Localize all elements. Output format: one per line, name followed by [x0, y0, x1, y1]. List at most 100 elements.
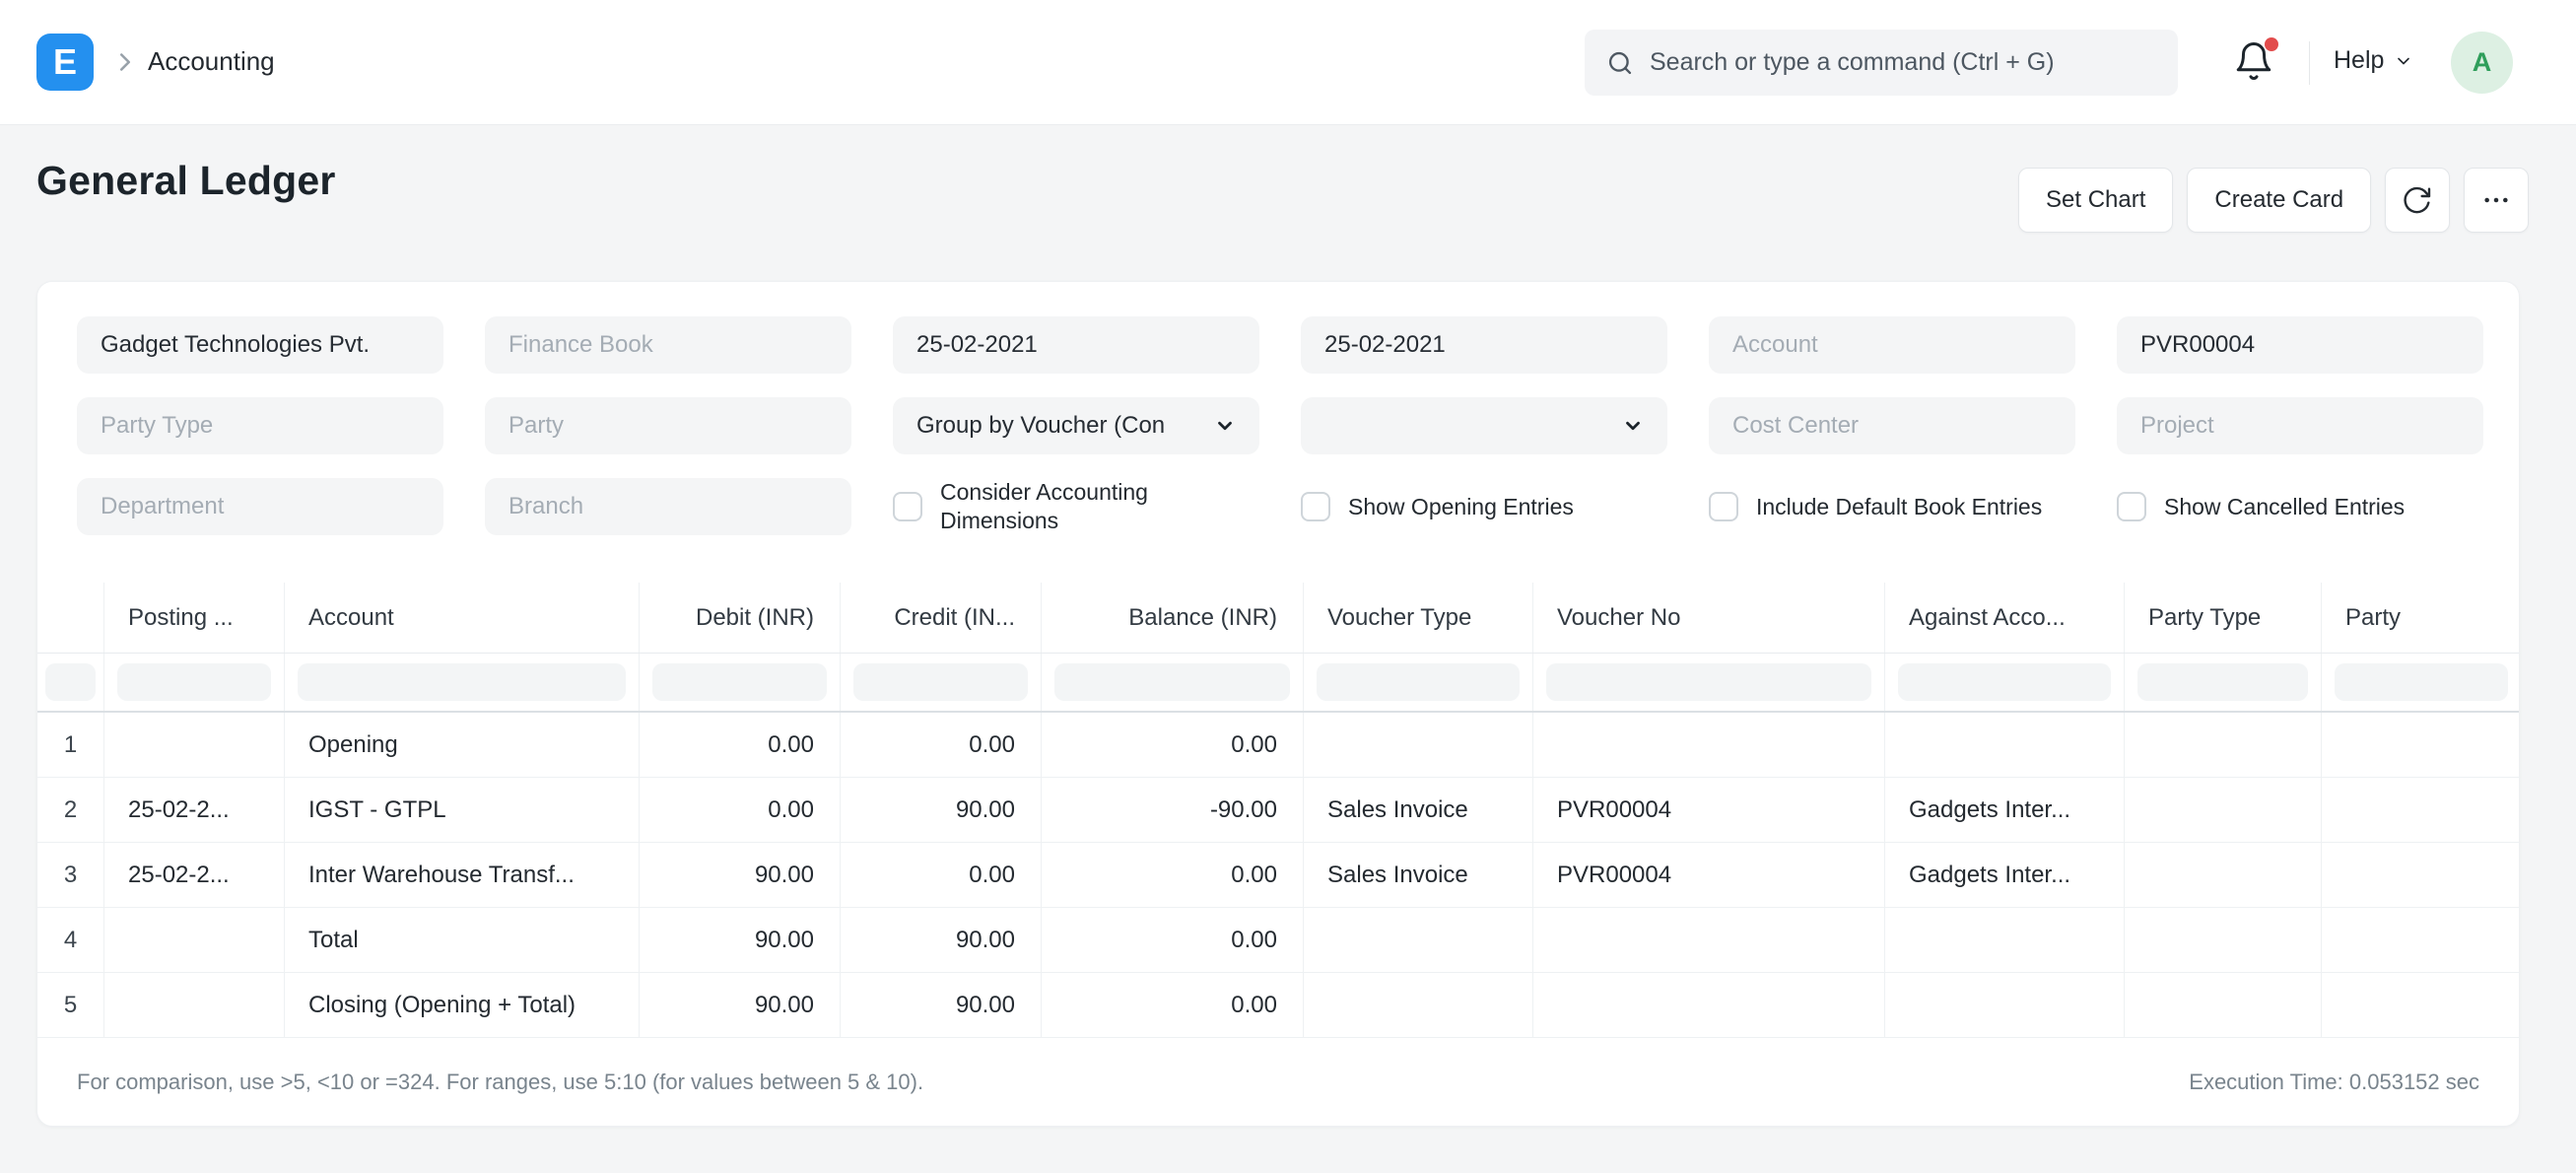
cell-balance: 0.00: [1042, 973, 1304, 1037]
column-header-credit[interactable]: Credit (IN...: [841, 583, 1042, 653]
cost-center-filter[interactable]: [1709, 397, 2075, 454]
finance-book-filter[interactable]: [485, 316, 851, 374]
cell-debit: 90.00: [640, 973, 841, 1037]
consider-accounting-dimensions-checkbox[interactable]: [893, 492, 922, 521]
notifications-button[interactable]: [2233, 37, 2280, 87]
search-input[interactable]: [1650, 48, 2156, 77]
table-row[interactable]: 5 Closing (Opening + Total) 90.00 90.00 …: [37, 973, 2519, 1038]
row-number: 3: [37, 843, 104, 907]
cell-against-account: [1885, 713, 2125, 777]
cell-voucher-type: [1304, 908, 1533, 972]
column-header-debit[interactable]: Debit (INR): [640, 583, 841, 653]
account-filter[interactable]: [1709, 316, 2075, 374]
cell-posting-date: [104, 973, 285, 1037]
user-avatar[interactable]: A: [2451, 32, 2513, 94]
checkbox-label: Show Opening Entries: [1348, 493, 1574, 519]
company-filter[interactable]: [77, 316, 443, 374]
cell-party-type: [2125, 973, 2322, 1037]
table-row[interactable]: 3 25-02-2... Inter Warehouse Transf... 9…: [37, 843, 2519, 908]
column-filter-input[interactable]: [45, 663, 96, 701]
cell-voucher-type: [1304, 973, 1533, 1037]
table-header-row: Posting ... Account Debit (INR) Credit (…: [37, 583, 2519, 654]
to-date-filter[interactable]: [1301, 316, 1667, 374]
table-row[interactable]: 1 Opening 0.00 0.00 0.00: [37, 713, 2519, 778]
from-date-filter[interactable]: [893, 316, 1259, 374]
show-cancelled-entries-field: Show Cancelled Entries: [2117, 478, 2483, 535]
column-filter-input[interactable]: [1317, 663, 1520, 701]
column-header-against-account[interactable]: Against Acco...: [1885, 583, 2125, 653]
show-opening-entries-checkbox[interactable]: [1301, 492, 1330, 521]
voucher-no-filter[interactable]: [2117, 316, 2483, 374]
column-filter-input[interactable]: [2335, 663, 2508, 701]
column-header-party-type[interactable]: Party Type: [2125, 583, 2322, 653]
include-default-book-entries-checkbox[interactable]: [1709, 492, 1738, 521]
column-filter-input[interactable]: [1054, 663, 1290, 701]
more-options-button[interactable]: [2464, 168, 2530, 233]
secondary-select[interactable]: [1301, 397, 1667, 454]
column-filter-input[interactable]: [1546, 663, 1871, 701]
refresh-button[interactable]: [2385, 168, 2451, 233]
group-by-select[interactable]: Group by Voucher (Con: [893, 397, 1259, 454]
show-cancelled-entries-checkbox[interactable]: [2117, 492, 2146, 521]
column-header-posting-date[interactable]: Posting ...: [104, 583, 285, 653]
cell-balance: 0.00: [1042, 908, 1304, 972]
column-header-balance[interactable]: Balance (INR): [1042, 583, 1304, 653]
column-header[interactable]: [37, 583, 104, 653]
help-menu[interactable]: Help: [2334, 46, 2413, 75]
report-card: Group by Voucher (Con Consider Accountin…: [36, 281, 2520, 1127]
column-filter-input[interactable]: [652, 663, 827, 701]
cell-against-account: [1885, 908, 2125, 972]
cell-voucher-no: PVR00004: [1533, 843, 1885, 907]
cell-account: Closing (Opening + Total): [285, 973, 640, 1037]
column-header-voucher-type[interactable]: Voucher Type: [1304, 583, 1533, 653]
erpnext-logo-icon[interactable]: E: [36, 34, 94, 91]
cell-debit: 0.00: [640, 713, 841, 777]
notification-dot: [2265, 37, 2278, 51]
party-filter[interactable]: [485, 397, 851, 454]
global-search[interactable]: [1585, 30, 2178, 96]
cell-account: Total: [285, 908, 640, 972]
cell-party: [2322, 778, 2519, 842]
checkbox-label: Show Cancelled Entries: [2164, 493, 2406, 519]
chevron-down-icon: [2398, 57, 2410, 64]
column-header-voucher-no[interactable]: Voucher No: [1533, 583, 1885, 653]
refresh-icon: [2404, 186, 2431, 214]
column-filter-input[interactable]: [1898, 663, 2111, 701]
column-filter-input[interactable]: [298, 663, 626, 701]
party-type-filter[interactable]: [77, 397, 443, 454]
breadcrumb[interactable]: Accounting: [148, 46, 275, 77]
table-row[interactable]: 4 Total 90.00 90.00 0.00: [37, 908, 2519, 973]
cell-account: Inter Warehouse Transf...: [285, 843, 640, 907]
breadcrumb-chevron-icon: [110, 47, 140, 77]
cell-party-type: [2125, 843, 2322, 907]
table-row[interactable]: 2 25-02-2... IGST - GTPL 0.00 90.00 -90.…: [37, 778, 2519, 843]
set-chart-button[interactable]: Set Chart: [2018, 168, 2174, 233]
cell-party-type: [2125, 908, 2322, 972]
navbar-divider: [2309, 41, 2310, 85]
cell-against-account: Gadgets Inter...: [1885, 778, 2125, 842]
cell-credit: 90.00: [841, 908, 1042, 972]
cell-party: [2322, 973, 2519, 1037]
page-title: General Ledger: [36, 158, 336, 203]
cell-party: [2322, 843, 2519, 907]
cell-party: [2322, 908, 2519, 972]
page-actions: Set Chart Create Card: [2018, 168, 2530, 233]
project-filter[interactable]: [2117, 397, 2483, 454]
row-number: 5: [37, 973, 104, 1037]
execution-time: Execution Time: 0.053152 sec: [2189, 1070, 2479, 1094]
column-header-account[interactable]: Account: [285, 583, 640, 653]
column-filter-input[interactable]: [853, 663, 1028, 701]
cell-party: [2322, 713, 2519, 777]
column-filter-input[interactable]: [117, 663, 271, 701]
cell-voucher-type: Sales Invoice: [1304, 843, 1533, 907]
branch-filter[interactable]: [485, 478, 851, 535]
cell-voucher-no: [1533, 908, 1885, 972]
department-filter[interactable]: [77, 478, 443, 535]
cell-voucher-type: Sales Invoice: [1304, 778, 1533, 842]
column-filter-input[interactable]: [2137, 663, 2308, 701]
consider-accounting-dimensions-field: Consider Accounting Dimensions: [893, 478, 1259, 535]
cell-balance: 0.00: [1042, 843, 1304, 907]
cell-posting-date: 25-02-2...: [104, 778, 285, 842]
create-card-button[interactable]: Create Card: [2187, 168, 2372, 233]
column-header-party[interactable]: Party: [2322, 583, 2519, 653]
